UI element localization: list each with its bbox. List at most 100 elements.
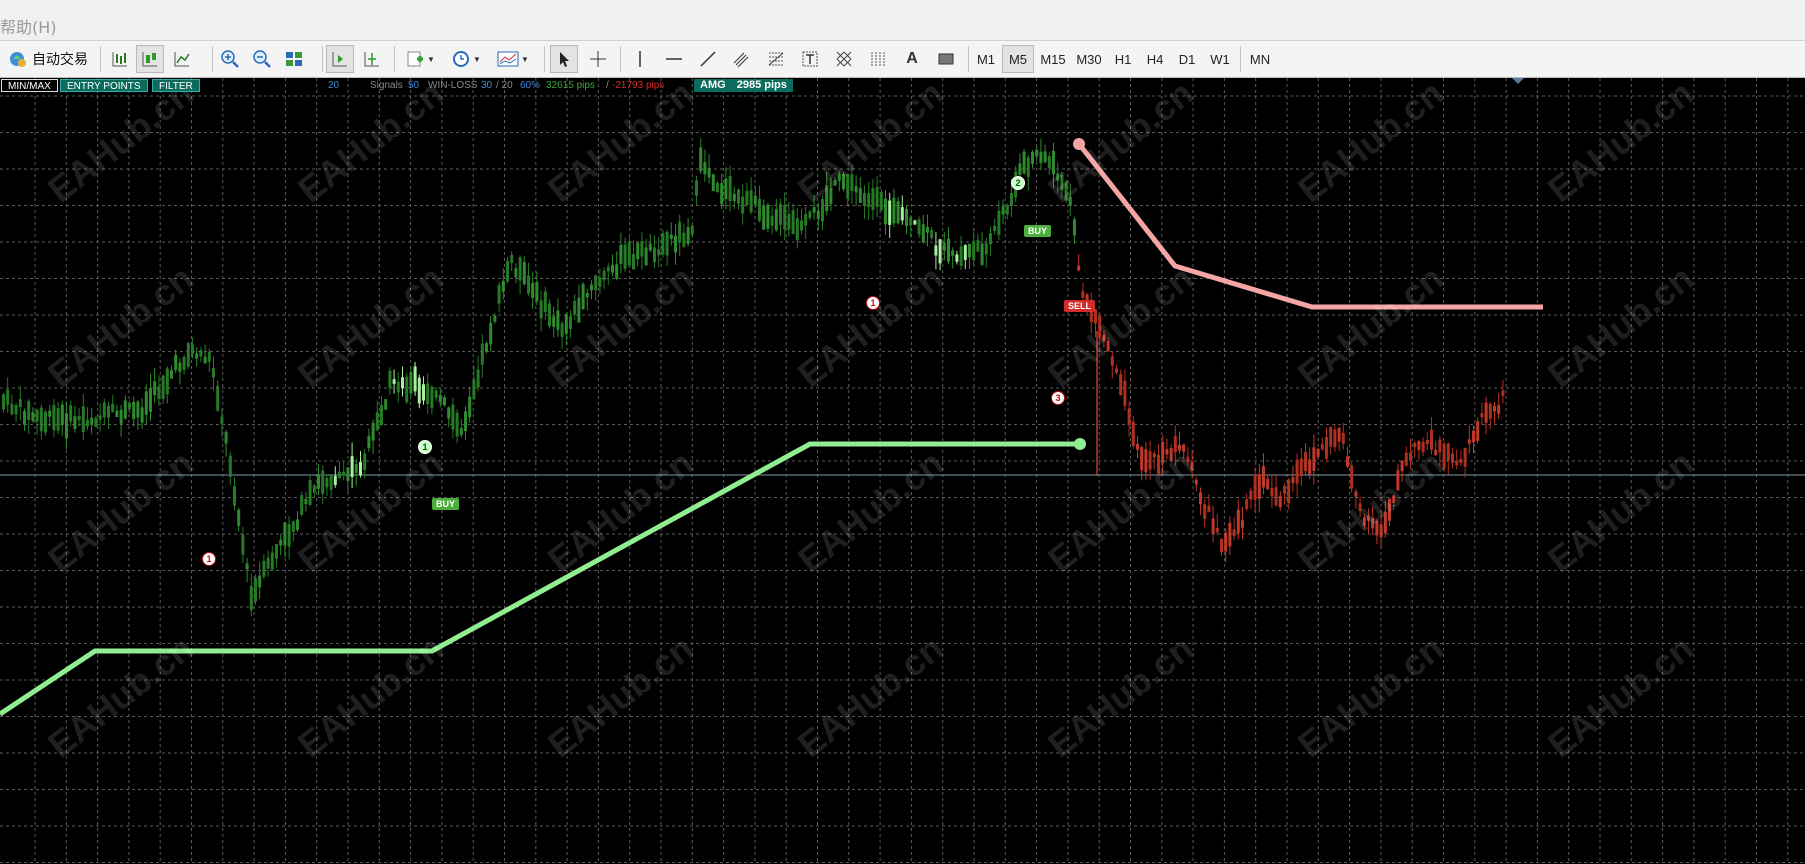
candle-body [2, 394, 5, 410]
timeframe-m5-button[interactable]: M5 [1002, 45, 1034, 73]
text-box-button[interactable] [796, 45, 824, 73]
candle-body [396, 381, 400, 393]
candle-body [682, 232, 686, 247]
candle-body [1073, 219, 1076, 236]
candle-body [1488, 403, 1492, 419]
candle-body [1337, 427, 1341, 442]
candle-body [1413, 442, 1417, 448]
fibo-fan-button[interactable] [864, 45, 892, 73]
candle-body [480, 343, 484, 365]
candle-body [762, 205, 766, 230]
horizontal-line-button[interactable] [660, 45, 688, 73]
zoom-out-button[interactable] [248, 45, 276, 73]
candle-body [1350, 465, 1354, 489]
templates-dropdown[interactable]: ▼ [492, 45, 534, 73]
trendline-button[interactable] [694, 45, 722, 73]
candle-body [132, 401, 136, 420]
label-icon [938, 53, 954, 65]
clock-icon [453, 51, 470, 67]
zoom-in-icon [221, 50, 239, 68]
loss-pips: -21793 pips [612, 80, 665, 91]
candle-body [161, 375, 165, 399]
amg-value: 2985 pips [736, 79, 787, 91]
candle-body [657, 249, 661, 256]
win-pips: 32615 pips [546, 80, 595, 91]
entry-number-marker: 1 [866, 296, 880, 310]
cursor-tool-button[interactable] [550, 45, 578, 73]
candle-body [81, 406, 85, 432]
pips-separator: / [606, 80, 609, 91]
vertical-line-button[interactable] [626, 45, 654, 73]
indicators-dropdown[interactable]: ▼ [400, 45, 440, 73]
candle-body [552, 316, 556, 327]
candle-body [917, 219, 921, 235]
candle-body [615, 264, 619, 279]
timeframe-m30-button[interactable]: M30 [1072, 45, 1106, 73]
candle-body [308, 480, 312, 505]
candle-body [1001, 206, 1005, 215]
gann-grid-button[interactable] [830, 45, 858, 73]
candle-body [346, 467, 350, 481]
timeframe-m15-button[interactable]: M15 [1036, 45, 1070, 73]
text-tool-button[interactable]: A [898, 45, 926, 73]
zoom-in-button[interactable] [216, 45, 244, 73]
crosshair-tool-button[interactable] [584, 45, 612, 73]
candle-body [1005, 205, 1009, 215]
autoscroll-button[interactable] [358, 45, 386, 73]
candle-body [287, 524, 291, 547]
timeframe-w1-button[interactable]: W1 [1204, 45, 1236, 73]
candle-body [1123, 380, 1127, 406]
candle-body [884, 198, 887, 225]
candle-body [753, 195, 757, 205]
candle-body [1467, 439, 1471, 444]
candle-body [900, 207, 904, 221]
candle-body [233, 486, 236, 506]
autotrade-button[interactable]: 自动交易 [0, 45, 96, 73]
chart-shift-button[interactable] [326, 45, 354, 73]
timeframe-d1-button[interactable]: D1 [1172, 45, 1202, 73]
candle-body [1312, 447, 1316, 471]
candle-body [174, 354, 178, 371]
candle-body [535, 281, 539, 302]
timeframe-m1-button[interactable]: M1 [972, 45, 1000, 73]
timeframe-h1-button[interactable]: H1 [1108, 45, 1138, 73]
candle-body [783, 205, 787, 230]
toolbar-separator [544, 46, 545, 72]
trendline-icon [700, 51, 716, 67]
candle-body [207, 351, 211, 362]
equidistant-channel-button[interactable] [728, 45, 756, 73]
entry-points-button[interactable]: ENTRY POINTS [60, 79, 148, 92]
filter-button[interactable]: FILTER [152, 79, 200, 92]
candle-body [60, 404, 64, 426]
minmax-button[interactable]: MIN/MAX [1, 79, 58, 92]
candle-body [1329, 426, 1333, 447]
candle-body [237, 509, 241, 526]
fibonacci-button[interactable] [762, 45, 790, 73]
candle-body [140, 407, 144, 423]
line-chart-icon [174, 52, 190, 67]
price-chart[interactable]: EAHub.cn EAHub.cn EAHub.cn EAHub.cn EAHub.cn… [0, 78, 1805, 864]
periods-dropdown[interactable]: ▼ [446, 45, 486, 73]
candle-body [808, 211, 812, 218]
tile-windows-button[interactable] [280, 45, 308, 73]
candle-body [909, 217, 913, 226]
toolbar-separator [394, 46, 395, 72]
candle-body [737, 189, 740, 204]
candle-body [501, 280, 505, 292]
candle-body [732, 193, 736, 202]
candle-body [35, 409, 39, 422]
candle-body [447, 407, 451, 419]
timeframe-mn-button[interactable]: MN [1244, 45, 1276, 73]
line-chart-button[interactable] [168, 45, 196, 73]
bar-chart-button[interactable] [106, 45, 134, 73]
toolbar-separator [322, 46, 323, 72]
timeframe-h4-button[interactable]: H4 [1140, 45, 1170, 73]
candle-body [472, 379, 476, 400]
menu-help[interactable]: 帮助(H) [0, 14, 57, 38]
label-tool-button[interactable] [932, 45, 960, 73]
candle-body [627, 241, 631, 266]
candle-body [972, 241, 976, 261]
candle-body [758, 198, 761, 221]
candlestick-button[interactable] [136, 45, 164, 73]
candle-body [300, 495, 304, 515]
